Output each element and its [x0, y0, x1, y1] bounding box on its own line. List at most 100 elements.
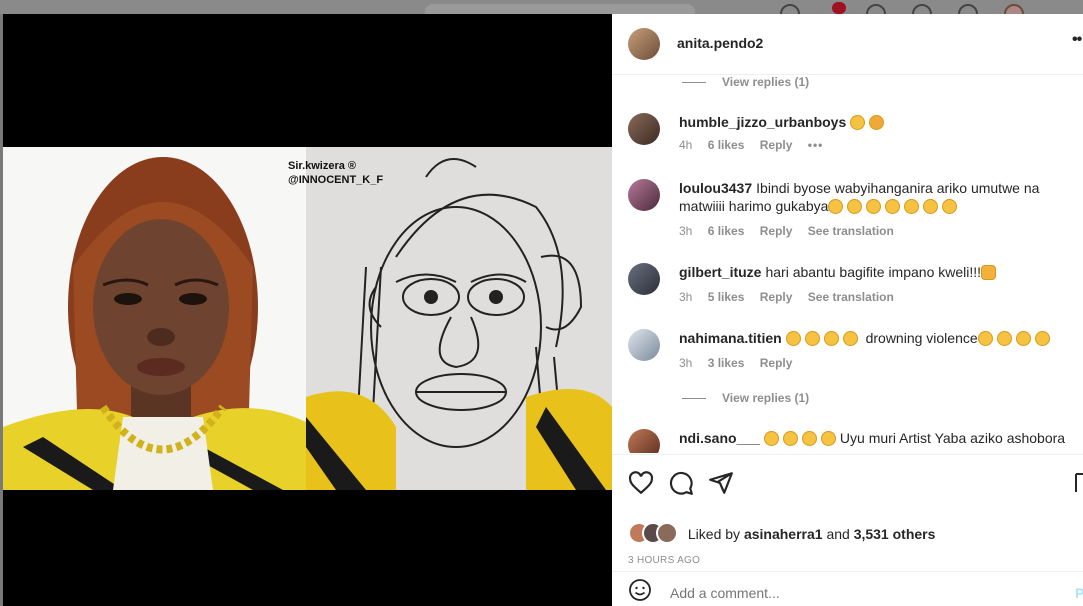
replies-line	[682, 398, 706, 400]
comment-username[interactable]: loulou3437	[679, 180, 752, 196]
see-translation-link[interactable]: See translation	[808, 224, 894, 238]
smiley-icon[interactable]	[628, 578, 652, 602]
post-timestamp[interactable]: 3 HOURS AGO	[628, 555, 700, 566]
comment-body: hari abantu bagifite impano kweli!!!	[765, 264, 982, 280]
comment-time: 3h	[679, 290, 693, 304]
commenter-avatar[interactable]	[628, 179, 660, 211]
add-comment-bar: Po	[612, 571, 1083, 606]
comment-time: 3h	[679, 356, 693, 370]
laughing-emoji-icon	[1034, 331, 1050, 346]
laughing-emoji-icon	[782, 431, 798, 446]
list-item: humble_jizzo_urbanboys 4h 6 likes Reply …	[628, 113, 1068, 163]
post-media[interactable]: Sir.kwizera ® @INNOCENT_K_F	[3, 14, 612, 606]
sad-emoji-icon	[869, 115, 885, 130]
bookmark-icon[interactable]	[1075, 470, 1083, 496]
see-translation-link[interactable]: See translation	[808, 290, 894, 304]
comment-meta: 3h 6 likes Reply See translation	[679, 224, 906, 238]
view-replies-link[interactable]: View replies (1)	[682, 75, 809, 89]
laughing-emoji-icon	[785, 331, 801, 346]
comment-list[interactable]: View replies (1) humble_jizzo_urbanboys …	[612, 75, 1083, 453]
reply-button[interactable]: Reply	[760, 138, 793, 152]
comment-more-icon[interactable]: •••	[808, 138, 824, 152]
laughing-emoji-icon	[804, 331, 820, 346]
more-horizontal-icon[interactable]: ••	[1072, 31, 1082, 49]
comment-body: drowning violence	[865, 330, 978, 346]
add-post-icon	[866, 4, 886, 14]
laughing-emoji-icon	[828, 199, 844, 214]
comment-text: ndi.sano___ Uyu muri Artist Yaba aziko as…	[679, 429, 1079, 447]
laughing-emoji-icon	[847, 199, 863, 214]
comment-meta: 4h 6 likes Reply •••	[679, 138, 835, 152]
laughing-emoji-icon	[923, 199, 939, 214]
post-modal: Sir.kwizera ® @INNOCENT_K_F anita.pendo2…	[3, 14, 1083, 606]
post-comment-button[interactable]: Po	[1075, 585, 1083, 601]
portrait-photo	[3, 147, 306, 490]
comment-meta: 3h 5 likes Reply See translation	[679, 290, 906, 304]
reply-button[interactable]: Reply	[760, 224, 793, 238]
background-page-strip	[0, 0, 1083, 14]
paper-plane-icon[interactable]	[708, 470, 734, 496]
laughing-emoji-icon	[850, 115, 866, 130]
laughing-emoji-icon	[801, 431, 817, 446]
laughing-emoji-icon	[977, 331, 993, 346]
laughing-emoji-icon	[1015, 331, 1031, 346]
replies-line	[682, 82, 706, 84]
reply-button[interactable]: Reply	[760, 290, 793, 304]
liked-by-user-link[interactable]: asinaherra1	[744, 526, 823, 542]
artist-watermark: Sir.kwizera ® @INNOCENT_K_F	[288, 159, 383, 187]
background-search-bar	[425, 4, 695, 14]
comment-icon[interactable]	[668, 470, 694, 496]
laughing-emoji-icon	[866, 199, 882, 214]
comment-text: loulou3437 Ibindi byose wabyihanganira ar…	[679, 179, 1079, 215]
commenter-avatar[interactable]	[628, 263, 660, 295]
laughing-emoji-icon	[820, 431, 836, 446]
list-item: nahimana.titien drowning violence 3h 3 l…	[628, 329, 1068, 379]
profile-avatar-icon	[1004, 4, 1024, 14]
list-item: loulou3437 Ibindi byose wabyihanganira ar…	[628, 179, 1068, 245]
comment-likes[interactable]: 6 likes	[708, 224, 745, 238]
liked-by-prefix: Liked by	[687, 526, 741, 542]
comment-username[interactable]: nahimana.titien	[679, 330, 782, 346]
list-item: gilbert_ituze hari abantu bagifite impano…	[628, 263, 1068, 313]
commenter-avatar[interactable]	[628, 329, 660, 361]
comment-likes[interactable]: 5 likes	[708, 290, 745, 304]
view-replies-label: View replies (1)	[722, 391, 810, 405]
laughing-emoji-icon	[842, 331, 858, 346]
comment-text: humble_jizzo_urbanboys	[679, 113, 1079, 131]
caricature-drawing	[306, 147, 612, 490]
comment-input[interactable]	[668, 584, 1002, 602]
comments-panel: anita.pendo2 •• View replies (1) humble_…	[612, 14, 1083, 606]
author-username[interactable]: anita.pendo2	[677, 35, 763, 51]
laughing-emoji-icon	[942, 199, 958, 214]
post-header: anita.pendo2 ••	[612, 14, 1083, 75]
author-avatar[interactable]	[628, 28, 660, 60]
comment-text: gilbert_ituze hari abantu bagifite impano…	[679, 263, 1079, 281]
watermark-line-2: @INNOCENT_K_F	[288, 174, 384, 186]
post-actions: Liked by asinaherra1 and 3,531 others 3 …	[612, 454, 1083, 605]
comment-meta: 3h 3 likes Reply	[679, 356, 804, 370]
comment-likes[interactable]: 6 likes	[708, 138, 745, 152]
laughing-emoji-icon	[823, 331, 839, 346]
view-replies-label: View replies (1)	[722, 75, 810, 89]
comment-username[interactable]: humble_jizzo_urbanboys	[679, 114, 846, 130]
laughing-emoji-icon	[763, 431, 779, 446]
comment-likes[interactable]: 3 likes	[708, 356, 745, 370]
comment-username[interactable]: ndi.sano___	[679, 430, 760, 446]
comment-text: nahimana.titien drowning violence	[679, 329, 1079, 347]
laughing-emoji-icon	[885, 199, 901, 214]
liked-by-summary[interactable]: Liked by asinaherra1 and 3,531 others	[628, 522, 935, 544]
liked-by-others-link[interactable]: 3,531 others	[854, 526, 936, 542]
liker-avatar	[656, 522, 678, 544]
comment-body: Uyu muri Artist Yaba aziko ashobora	[839, 430, 1066, 446]
home-icon	[780, 4, 800, 14]
commenter-avatar[interactable]	[628, 429, 660, 453]
activity-heart-icon	[958, 4, 978, 14]
commenter-avatar[interactable]	[628, 113, 660, 145]
laughing-emoji-icon	[904, 199, 920, 214]
explore-icon	[912, 4, 932, 14]
heart-icon[interactable]	[628, 470, 654, 496]
view-replies-link[interactable]: View replies (1)	[682, 391, 809, 405]
list-item: ndi.sano___ Uyu muri Artist Yaba aziko as…	[628, 429, 1068, 453]
comment-username[interactable]: gilbert_ituze	[679, 264, 761, 280]
reply-button[interactable]: Reply	[760, 356, 793, 370]
